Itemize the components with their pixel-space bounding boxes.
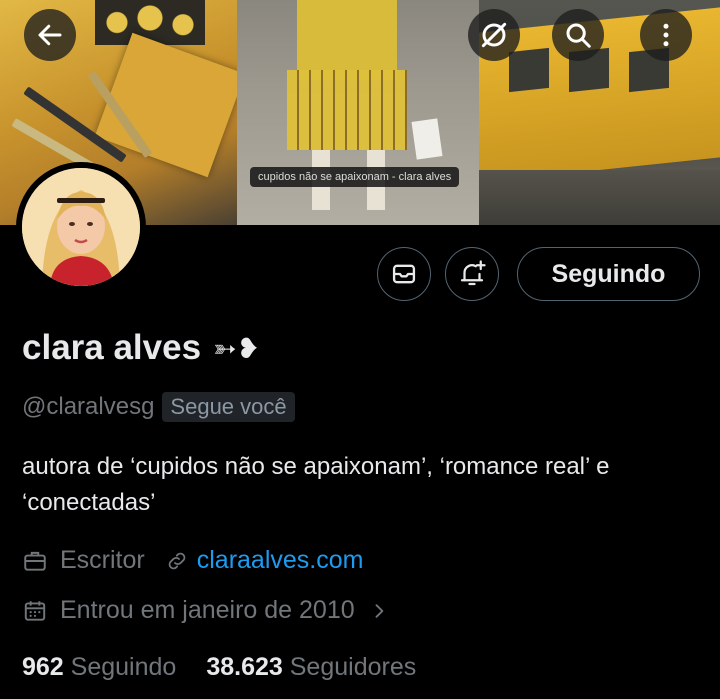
name-emoji: ➳❥ <box>213 331 260 365</box>
joined-date: Entrou em janeiro de 2010 <box>60 596 355 624</box>
profile-meta-row: Escritor claraalves.com <box>22 546 363 575</box>
search-button[interactable] <box>552 9 604 61</box>
following-button[interactable]: Seguindo <box>517 247 700 301</box>
website-link[interactable]: claraalves.com <box>197 546 364 575</box>
bio: autora de ‘cupidos não se apaixonam’, ‘r… <box>22 453 610 516</box>
following-stat[interactable]: 962 Seguindo <box>22 653 176 682</box>
bell-plus-icon <box>460 260 486 286</box>
grok-button[interactable] <box>468 9 520 61</box>
chevron-right-icon <box>369 601 389 621</box>
handle-row: @claralvesg Segue você <box>22 392 295 422</box>
message-button[interactable] <box>377 247 431 301</box>
avatar[interactable] <box>16 162 146 292</box>
joined-row[interactable]: Entrou em janeiro de 2010 <box>22 596 401 625</box>
banner-caption: cupidos não se apaixonam - clara alves <box>250 167 460 187</box>
link-icon <box>165 549 189 573</box>
followers-count: 38.623 <box>206 653 283 681</box>
profile-name: clara alves ➳❥ <box>22 328 260 368</box>
follow-stats: 962 Seguindo 38.623 Seguidores <box>22 653 416 682</box>
grok-icon <box>481 22 507 48</box>
briefcase-icon <box>22 548 48 574</box>
username: @claralvesg <box>22 393 155 420</box>
back-arrow-icon <box>38 24 62 46</box>
calendar-icon <box>22 598 48 624</box>
following-count: 962 <box>22 653 64 681</box>
more-options-button[interactable] <box>640 9 692 61</box>
back-button[interactable] <box>24 9 76 61</box>
banner-collage-center <box>237 0 479 225</box>
followers-label: Seguidores <box>289 653 417 681</box>
search-icon <box>566 23 591 48</box>
mail-icon <box>392 264 416 284</box>
following-label: Seguindo <box>70 653 177 681</box>
notifications-button[interactable] <box>445 247 499 301</box>
more-vertical-icon <box>663 23 669 47</box>
display-name: clara alves <box>22 328 202 367</box>
occupation: Escritor <box>60 546 145 574</box>
follows-you-badge: Segue você <box>162 392 295 422</box>
followers-stat[interactable]: 38.623 Seguidores <box>206 653 416 682</box>
